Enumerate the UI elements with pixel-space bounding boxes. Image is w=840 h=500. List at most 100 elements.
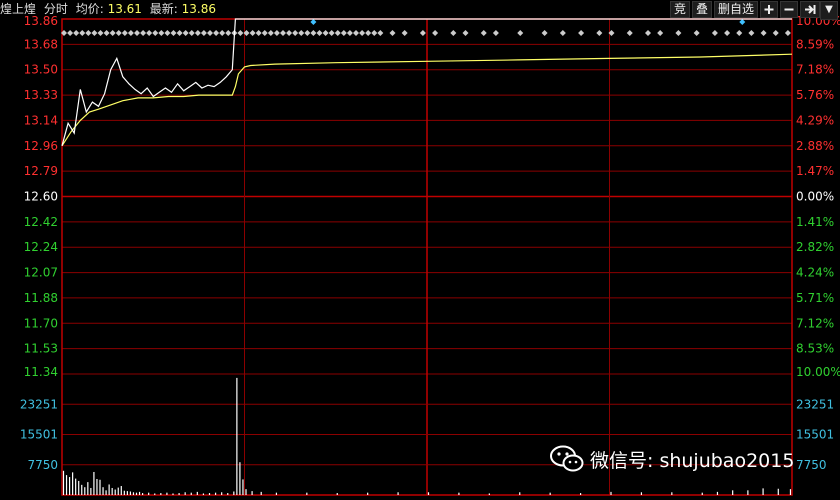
percent-tick-label: 10.00% — [796, 365, 840, 379]
event-marker — [541, 30, 548, 36]
plus-icon[interactable] — [760, 1, 778, 18]
event-marker — [693, 30, 700, 36]
intraday-chart[interactable]: 13.86 13.68 13.50 13.33 13.14 12.96 12.79 12.60… — [0, 0, 840, 500]
percent-tick-label: 5.76% — [796, 88, 834, 102]
event-marker — [578, 30, 585, 36]
price-tick-label: 13.50 — [24, 63, 58, 77]
event-marker — [760, 30, 767, 36]
event-marker — [657, 30, 664, 36]
event-marker — [772, 30, 779, 36]
price-tick-label: 12.79 — [24, 164, 58, 178]
event-marker — [267, 30, 274, 36]
percent-tick-label: 8.53% — [796, 342, 834, 356]
percent-tick-label: 4.29% — [796, 113, 834, 127]
percent-axis: 10.00% 8.59% 7.18% 5.76% 4.29% 2.88% 1.47% 0.00… — [796, 14, 840, 379]
percent-tick-label: 8.59% — [796, 37, 834, 51]
stock-name: 煌上煌 — [0, 2, 37, 16]
volume-tick-label: 23251 — [796, 397, 834, 411]
event-marker — [304, 30, 311, 36]
chart-grid — [61, 18, 793, 496]
event-marker — [377, 30, 384, 36]
event-marker — [432, 30, 439, 36]
event-marker — [419, 30, 426, 36]
event-marker — [310, 30, 317, 36]
latest-price-value: 13.86 — [181, 2, 216, 16]
event-marker — [353, 30, 359, 36]
event-marker — [334, 30, 341, 36]
percent-tick-label: 7.18% — [796, 63, 834, 77]
price-tick-label: 12.60 — [24, 190, 58, 204]
event-marker — [559, 30, 566, 36]
chart-mode: 分时 — [43, 2, 68, 16]
jump-end-icon[interactable] — [800, 1, 820, 18]
avg-price-label: 均价: — [75, 2, 104, 16]
event-marker — [292, 30, 299, 36]
event-marker — [724, 30, 731, 36]
event-marker — [675, 30, 682, 36]
event-marker — [261, 30, 268, 36]
event-marker — [280, 30, 286, 36]
event-marker — [176, 30, 183, 36]
percent-tick-label: 1.47% — [796, 164, 834, 178]
price-axis: 13.8613.6813.5013.3313.1412.9612.7912.60… — [24, 14, 58, 379]
event-marker — [517, 30, 524, 36]
volume-tick-label: 23251 — [20, 397, 58, 411]
chart-toolbar: 竞 叠 删自选 — [669, 1, 820, 18]
overlay-button[interactable]: 叠 — [691, 1, 712, 18]
avg-price-value: 13.61 — [107, 2, 142, 16]
event-marker — [164, 30, 171, 36]
event-marker — [213, 30, 220, 36]
event-marker — [298, 30, 305, 36]
percent-tick-label: 7.12% — [796, 316, 834, 330]
event-marker — [194, 30, 201, 36]
price-tick-label: 11.88 — [24, 291, 58, 305]
volume-tick-label: 7750 — [27, 458, 58, 472]
price-tick-label: 12.96 — [24, 139, 58, 153]
event-marker — [273, 30, 280, 36]
event-marker — [158, 30, 165, 36]
event-marker — [365, 30, 372, 36]
event-marker — [450, 30, 457, 36]
minus-icon[interactable] — [780, 1, 798, 18]
percent-tick-label: 5.71% — [796, 291, 834, 305]
volume-tick-label: 15501 — [20, 428, 58, 442]
price-tick-label: 13.33 — [24, 88, 58, 102]
event-marker — [371, 30, 378, 36]
price-tick-label: 11.53 — [24, 342, 58, 356]
event-marker — [711, 30, 718, 36]
event-marker — [97, 30, 104, 36]
event-marker — [359, 30, 366, 36]
event-marker — [225, 30, 232, 36]
price-tick-label: 12.42 — [24, 215, 58, 229]
event-marker — [170, 30, 177, 36]
event-marker — [127, 30, 134, 36]
chart-header: 煌上煌 分时 均价: 13.61 最新: 13.86 — [0, 0, 640, 18]
event-marker — [322, 30, 329, 36]
price-tick-label: 12.24 — [24, 240, 58, 254]
event-marker — [645, 30, 651, 36]
watermark-text: 微信号: shujubao2015 — [590, 449, 795, 472]
percent-tick-label: 2.82% — [796, 240, 834, 254]
event-marker — [249, 30, 256, 36]
event-marker — [736, 30, 743, 36]
event-marker — [784, 30, 791, 36]
event-marker — [340, 30, 347, 36]
event-marker — [67, 30, 74, 36]
price-tick-label: 11.70 — [24, 316, 58, 330]
price-tick-label: 13.14 — [24, 113, 58, 127]
event-marker — [401, 30, 408, 36]
chevron-down-icon[interactable]: ▼ — [820, 1, 838, 20]
event-marker — [219, 30, 226, 36]
event-marker — [73, 30, 80, 36]
event-marker — [328, 30, 335, 36]
percent-tick-label: 1.41% — [796, 215, 834, 229]
event-marker — [85, 30, 92, 36]
event-marker — [188, 30, 195, 36]
event-marker — [316, 30, 323, 36]
event-marker — [152, 30, 159, 36]
remove-favorite-button[interactable]: 删自选 — [713, 1, 758, 18]
event-marker — [109, 30, 116, 36]
event-marker — [480, 30, 487, 36]
price-tick-label: 11.34 — [24, 365, 58, 379]
auction-button[interactable]: 竞 — [669, 1, 690, 18]
